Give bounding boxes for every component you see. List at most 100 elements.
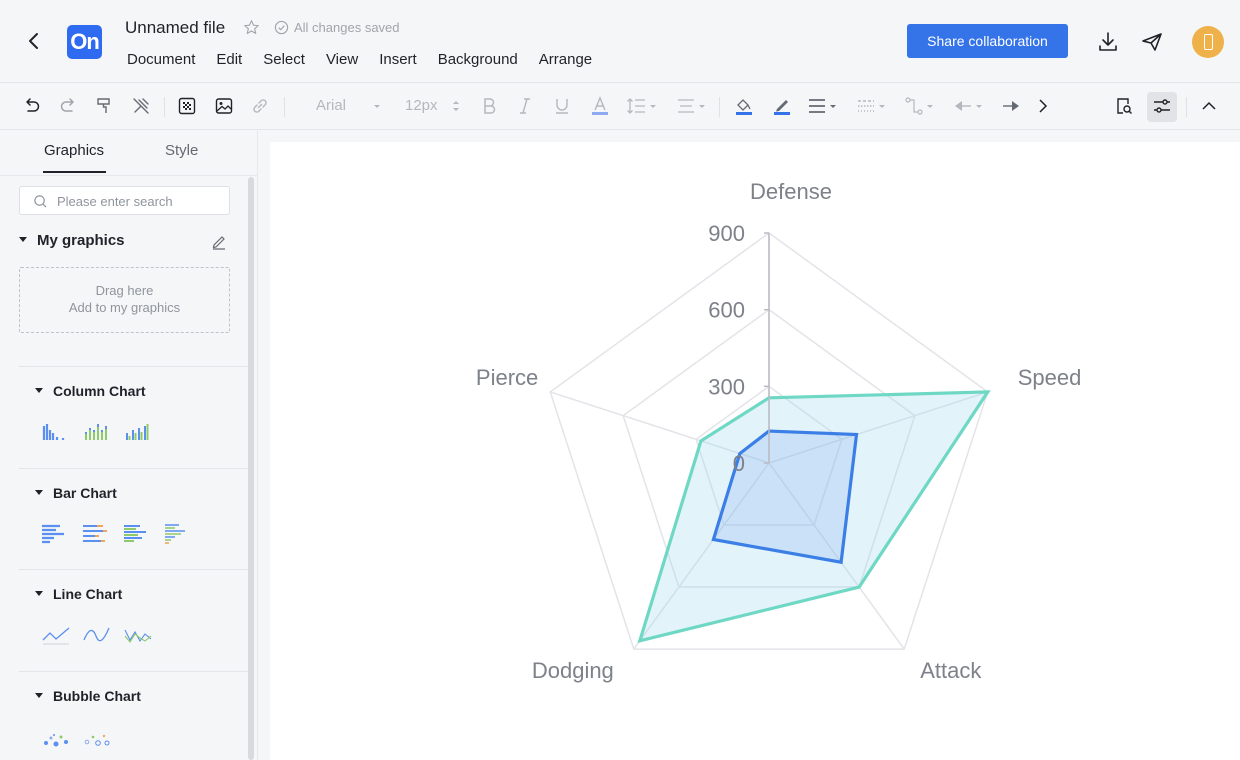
line-height-icon[interactable] bbox=[626, 96, 660, 116]
stacked-bar-thumb[interactable] bbox=[83, 523, 111, 545]
caret-down-icon bbox=[35, 387, 43, 393]
menu-view[interactable]: View bbox=[326, 51, 358, 68]
radar-indicator-label: Attack bbox=[920, 658, 982, 683]
undo-icon[interactable] bbox=[22, 96, 42, 116]
edit-icon[interactable] bbox=[211, 234, 227, 250]
tab-divider bbox=[0, 175, 257, 176]
send-icon[interactable] bbox=[1140, 30, 1164, 54]
bubble-chart-label: Bubble Chart bbox=[53, 688, 141, 704]
bubble-chart-header[interactable]: Bubble Chart bbox=[35, 688, 141, 704]
bold-icon[interactable] bbox=[479, 96, 499, 116]
bar-chart-thumb[interactable] bbox=[42, 523, 70, 545]
my-graphics-label: My graphics bbox=[37, 232, 125, 249]
app-logo[interactable]: On bbox=[67, 25, 102, 59]
download-icon[interactable] bbox=[1096, 30, 1120, 54]
column-chart-header[interactable]: Column Chart bbox=[35, 383, 146, 399]
stepper-icon[interactable] bbox=[449, 98, 463, 114]
menu-document[interactable]: Document bbox=[127, 51, 195, 68]
menu-bar: Document Edit Select View Insert Backgro… bbox=[127, 51, 613, 68]
avatar[interactable] bbox=[1192, 26, 1224, 58]
drop-zone-line1: Drag here bbox=[95, 283, 154, 298]
text-color-icon[interactable] bbox=[590, 96, 610, 116]
find-replace-icon[interactable] bbox=[1114, 96, 1134, 116]
column-chart-thumbs bbox=[42, 420, 152, 442]
radar-tick-label: 300 bbox=[708, 374, 745, 399]
radar-indicator-label: Speed bbox=[1018, 365, 1082, 390]
settings-sliders-icon[interactable] bbox=[1152, 96, 1172, 116]
line-color-icon[interactable] bbox=[772, 96, 792, 116]
graphics-sidebar: Graphics Style My graphics Drag here Add… bbox=[0, 131, 258, 760]
section-divider bbox=[19, 671, 250, 672]
share-collaboration-button[interactable]: Share collaboration bbox=[907, 24, 1068, 58]
underline-icon[interactable] bbox=[552, 96, 572, 116]
radar-chart[interactable]: 0 300 600 900Defense Speed Attack Dodging Pierc… bbox=[270, 142, 1240, 760]
bar-chart-header[interactable]: Bar Chart bbox=[35, 485, 117, 501]
back-arrow-icon[interactable] bbox=[24, 30, 44, 52]
format-painter-icon[interactable] bbox=[94, 96, 114, 116]
link-icon[interactable] bbox=[250, 96, 270, 116]
line-start-icon[interactable] bbox=[953, 96, 987, 116]
drop-zone[interactable]: Drag here Add to my graphics bbox=[19, 267, 230, 333]
bubble-chart-thumbs bbox=[42, 727, 111, 749]
menu-select[interactable]: Select bbox=[263, 51, 305, 68]
caret-down-icon bbox=[19, 236, 27, 242]
star-icon[interactable] bbox=[243, 19, 260, 36]
chevron-down-icon[interactable] bbox=[370, 99, 384, 113]
line-chart-thumb[interactable] bbox=[42, 624, 70, 646]
radar-indicator-label: Defense bbox=[750, 179, 832, 204]
file-title[interactable]: Unnamed file bbox=[125, 18, 225, 38]
toolbar-divider bbox=[719, 97, 720, 117]
tab-style[interactable]: Style bbox=[165, 142, 198, 159]
grouped-bar-thumb[interactable] bbox=[124, 523, 152, 545]
image-icon[interactable] bbox=[214, 96, 234, 116]
grid-pattern-icon[interactable] bbox=[177, 96, 197, 116]
radar-tick-label: 600 bbox=[708, 298, 745, 323]
align-icon[interactable] bbox=[676, 96, 710, 116]
header-bar: On Unnamed file All changes saved Docume… bbox=[0, 0, 1240, 83]
menu-background[interactable]: Background bbox=[438, 51, 518, 68]
bubble-chart-thumb[interactable] bbox=[42, 727, 70, 749]
sidebar-scrollbar[interactable] bbox=[248, 177, 254, 760]
radar-indicator-label: Dodging bbox=[532, 658, 614, 683]
line-chart-header[interactable]: Line Chart bbox=[35, 586, 122, 602]
font-family-select[interactable]: Arial bbox=[316, 97, 346, 114]
my-graphics-header[interactable]: My graphics bbox=[19, 232, 125, 249]
grouped-column-thumb[interactable] bbox=[124, 420, 152, 442]
scatter-bubble-thumb[interactable] bbox=[83, 727, 111, 749]
redo-icon[interactable] bbox=[58, 96, 78, 116]
toolbar-divider bbox=[164, 97, 165, 117]
caret-down-icon bbox=[35, 489, 43, 495]
connector-icon[interactable] bbox=[904, 96, 938, 116]
menu-insert[interactable]: Insert bbox=[379, 51, 417, 68]
fill-color-icon[interactable] bbox=[734, 96, 754, 116]
italic-icon[interactable] bbox=[515, 96, 535, 116]
stacked-column-thumb[interactable] bbox=[83, 420, 111, 442]
drop-zone-line2: Add to my graphics bbox=[68, 300, 181, 315]
menu-arrange[interactable]: Arrange bbox=[539, 51, 592, 68]
radar-tick-label: 900 bbox=[708, 221, 745, 246]
tab-graphics[interactable]: Graphics bbox=[44, 142, 104, 159]
toolbar-divider bbox=[1186, 97, 1187, 117]
smooth-line-thumb[interactable] bbox=[83, 624, 111, 646]
multi-line-thumb[interactable] bbox=[124, 624, 152, 646]
section-divider bbox=[19, 366, 250, 367]
check-circle-icon bbox=[274, 20, 289, 35]
line-end-icon[interactable] bbox=[1001, 96, 1021, 116]
format-toolbar: Arial 12px bbox=[0, 84, 1240, 130]
column-chart-thumb[interactable] bbox=[42, 420, 70, 442]
multi-bar-thumb[interactable] bbox=[165, 523, 193, 545]
line-width-icon[interactable] bbox=[807, 96, 841, 116]
search-box bbox=[19, 186, 230, 215]
menu-edit[interactable]: Edit bbox=[216, 51, 242, 68]
search-input[interactable] bbox=[57, 192, 222, 210]
line-style-icon[interactable] bbox=[856, 96, 890, 116]
collapse-up-icon[interactable] bbox=[1199, 96, 1219, 116]
save-status: All changes saved bbox=[294, 20, 400, 35]
clear-format-icon[interactable] bbox=[131, 96, 151, 116]
radar-tick-label: 0 bbox=[733, 451, 745, 476]
caret-down-icon bbox=[35, 692, 43, 698]
chevron-right-icon[interactable] bbox=[1033, 96, 1053, 116]
app-window: On Unnamed file All changes saved Docume… bbox=[0, 0, 1240, 760]
font-size-select[interactable]: 12px bbox=[405, 97, 438, 114]
line-chart-label: Line Chart bbox=[53, 586, 123, 602]
